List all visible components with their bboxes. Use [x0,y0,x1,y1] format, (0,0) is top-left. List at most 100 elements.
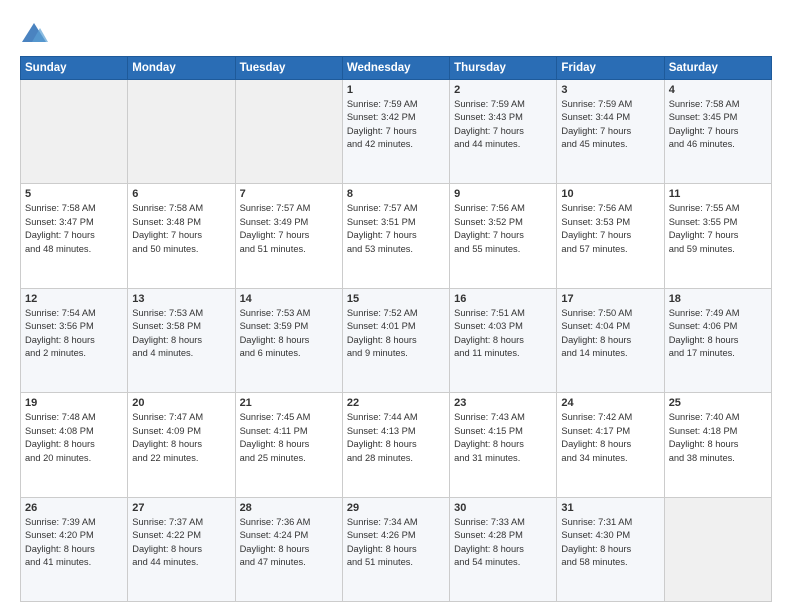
day-info: Sunrise: 7:49 AMSunset: 4:06 PMDaylight:… [669,307,767,361]
calendar-cell: 21 Sunrise: 7:45 AMSunset: 4:11 PMDayligh… [235,393,342,497]
calendar-cell [21,80,128,184]
day-number: 21 [240,397,338,409]
calendar-cell: 6Sunrise: 7:58 AMSunset: 3:48 PMDaylight… [128,184,235,288]
day-number: 25 [669,397,767,409]
day-info: Sunrise: 7:44 AMSunset: 4:13 PMDaylight:… [347,411,445,465]
logo-icon [20,20,48,48]
calendar-week-row: 1 Sunrise: 7:59 AMSunset: 3:42 PMDaylight… [21,80,772,184]
day-info: Sunrise: 7:53 AMSunset: 3:58 PMDaylight:… [132,307,230,361]
calendar-cell [128,80,235,184]
day-number: 27 [132,502,230,514]
calendar-header: SundayMondayTuesdayWednesdayThursdayFrid… [21,57,772,80]
calendar-cell: 22Sunrise: 7:44 AMSunset: 4:13 PMDayligh… [342,393,449,497]
calendar-cell: 13 Sunrise: 7:53 AMSunset: 3:58 PMDayligh… [128,288,235,392]
day-number: 10 [561,188,659,200]
calendar-cell: 11Sunrise: 7:55 AMSunset: 3:55 PMDayligh… [664,184,771,288]
day-info: Sunrise: 7:56 AMSunset: 3:52 PMDaylight:… [454,202,552,256]
calendar-cell: 25 Sunrise: 7:40 AMSunset: 4:18 PMDayligh… [664,393,771,497]
calendar-cell: 19 Sunrise: 7:48 AMSunset: 4:08 PMDayligh… [21,393,128,497]
calendar-cell: 9 Sunrise: 7:56 AMSunset: 3:52 PMDaylight… [450,184,557,288]
calendar-body: 1 Sunrise: 7:59 AMSunset: 3:42 PMDaylight… [21,80,772,602]
day-number: 29 [347,502,445,514]
day-info: Sunrise: 7:52 AMSunset: 4:01 PMDaylight:… [347,307,445,361]
day-info: Sunrise: 7:59 AMSunset: 3:43 PMDaylight:… [454,98,552,152]
calendar-cell [664,497,771,601]
calendar-cell [235,80,342,184]
day-number: 7 [240,188,338,200]
day-number: 8 [347,188,445,200]
day-number: 17 [561,293,659,305]
calendar-week-row: 26 Sunrise: 7:39 AMSunset: 4:20 PMDayligh… [21,497,772,601]
calendar-cell: 17 Sunrise: 7:50 AMSunset: 4:04 PMDayligh… [557,288,664,392]
calendar-week-row: 19 Sunrise: 7:48 AMSunset: 4:08 PMDayligh… [21,393,772,497]
day-info: Sunrise: 7:57 AMSunset: 3:49 PMDaylight:… [240,202,338,256]
weekday-header-monday: Monday [128,57,235,80]
day-number: 23 [454,397,552,409]
day-info: Sunrise: 7:43 AMSunset: 4:15 PMDaylight:… [454,411,552,465]
calendar-cell: 20 Sunrise: 7:47 AMSunset: 4:09 PMDayligh… [128,393,235,497]
day-info: Sunrise: 7:58 AMSunset: 3:47 PMDaylight:… [25,202,123,256]
day-info: Sunrise: 7:51 AMSunset: 4:03 PMDaylight:… [454,307,552,361]
weekday-header-wednesday: Wednesday [342,57,449,80]
day-number: 16 [454,293,552,305]
day-info: Sunrise: 7:33 AMSunset: 4:28 PMDaylight:… [454,516,552,570]
day-number: 19 [25,397,123,409]
calendar-cell: 2 Sunrise: 7:59 AMSunset: 3:43 PMDaylight… [450,80,557,184]
day-info: Sunrise: 7:58 AMSunset: 3:48 PMDaylight:… [132,202,230,256]
day-info: Sunrise: 7:59 AMSunset: 3:42 PMDaylight:… [347,98,445,152]
day-info: Sunrise: 7:59 AMSunset: 3:44 PMDaylight:… [561,98,659,152]
day-info: Sunrise: 7:57 AMSunset: 3:51 PMDaylight:… [347,202,445,256]
weekday-header-sunday: Sunday [21,57,128,80]
day-number: 11 [669,188,767,200]
calendar-cell: 14Sunrise: 7:53 AMSunset: 3:59 PMDayligh… [235,288,342,392]
day-number: 28 [240,502,338,514]
day-info: Sunrise: 7:53 AMSunset: 3:59 PMDaylight:… [240,307,338,361]
day-info: Sunrise: 7:56 AMSunset: 3:53 PMDaylight:… [561,202,659,256]
calendar-week-row: 12Sunrise: 7:54 AMSunset: 3:56 PMDayligh… [21,288,772,392]
calendar-cell: 7 Sunrise: 7:57 AMSunset: 3:49 PMDaylight… [235,184,342,288]
day-number: 20 [132,397,230,409]
day-number: 3 [561,84,659,96]
calendar-cell: 29Sunrise: 7:34 AMSunset: 4:26 PMDayligh… [342,497,449,601]
day-number: 1 [347,84,445,96]
day-number: 30 [454,502,552,514]
day-number: 15 [347,293,445,305]
calendar-cell: 26 Sunrise: 7:39 AMSunset: 4:20 PMDayligh… [21,497,128,601]
day-info: Sunrise: 7:45 AMSunset: 4:11 PMDaylight:… [240,411,338,465]
day-number: 13 [132,293,230,305]
day-info: Sunrise: 7:48 AMSunset: 4:08 PMDaylight:… [25,411,123,465]
day-info: Sunrise: 7:40 AMSunset: 4:18 PMDaylight:… [669,411,767,465]
calendar-cell: 4Sunrise: 7:58 AMSunset: 3:45 PMDaylight… [664,80,771,184]
day-number: 26 [25,502,123,514]
day-number: 31 [561,502,659,514]
header [20,16,772,48]
calendar-cell: 23 Sunrise: 7:43 AMSunset: 4:15 PMDayligh… [450,393,557,497]
day-info: Sunrise: 7:37 AMSunset: 4:22 PMDaylight:… [132,516,230,570]
calendar-cell: 8 Sunrise: 7:57 AMSunset: 3:51 PMDaylight… [342,184,449,288]
calendar-cell: 5 Sunrise: 7:58 AMSunset: 3:47 PMDaylight… [21,184,128,288]
day-number: 24 [561,397,659,409]
calendar-cell: 10 Sunrise: 7:56 AMSunset: 3:53 PMDayligh… [557,184,664,288]
day-info: Sunrise: 7:50 AMSunset: 4:04 PMDaylight:… [561,307,659,361]
day-info: Sunrise: 7:47 AMSunset: 4:09 PMDaylight:… [132,411,230,465]
calendar-cell: 16 Sunrise: 7:51 AMSunset: 4:03 PMDayligh… [450,288,557,392]
day-number: 5 [25,188,123,200]
day-info: Sunrise: 7:31 AMSunset: 4:30 PMDaylight:… [561,516,659,570]
day-info: Sunrise: 7:36 AMSunset: 4:24 PMDaylight:… [240,516,338,570]
calendar-cell: 3 Sunrise: 7:59 AMSunset: 3:44 PMDaylight… [557,80,664,184]
calendar-cell: 18Sunrise: 7:49 AMSunset: 4:06 PMDayligh… [664,288,771,392]
day-info: Sunrise: 7:39 AMSunset: 4:20 PMDaylight:… [25,516,123,570]
calendar-cell: 1 Sunrise: 7:59 AMSunset: 3:42 PMDaylight… [342,80,449,184]
day-number: 2 [454,84,552,96]
logo [20,20,52,48]
weekday-header-friday: Friday [557,57,664,80]
page: SundayMondayTuesdayWednesdayThursdayFrid… [0,0,792,612]
day-number: 12 [25,293,123,305]
weekday-header-row: SundayMondayTuesdayWednesdayThursdayFrid… [21,57,772,80]
calendar-cell: 27 Sunrise: 7:37 AMSunset: 4:22 PMDayligh… [128,497,235,601]
calendar-cell: 31 Sunrise: 7:31 AMSunset: 4:30 PMDayligh… [557,497,664,601]
day-number: 9 [454,188,552,200]
calendar-table: SundayMondayTuesdayWednesdayThursdayFrid… [20,56,772,602]
weekday-header-tuesday: Tuesday [235,57,342,80]
calendar-cell: 28 Sunrise: 7:36 AMSunset: 4:24 PMDayligh… [235,497,342,601]
